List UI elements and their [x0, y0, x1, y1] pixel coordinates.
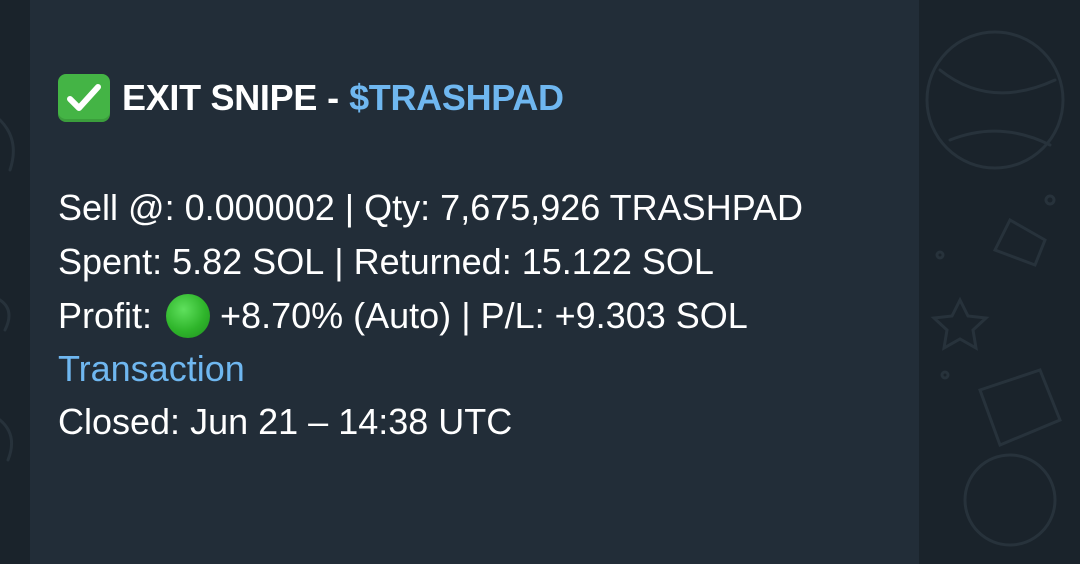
profit-value: +8.70% (Auto)	[220, 295, 452, 336]
sell-line: Sell @: 0.000002 | Qty: 7,675,926 TRASHP…	[58, 186, 803, 230]
transaction-link[interactable]: Transaction	[58, 347, 245, 391]
spent-label: Spent:	[58, 241, 163, 282]
check-mark-glyph	[67, 84, 101, 111]
message-title: EXIT SNIPE	[122, 77, 318, 118]
sell-value: 0.000002	[184, 187, 335, 228]
profit-label: Profit:	[58, 295, 153, 336]
check-mark-button-icon	[58, 74, 110, 122]
closed-value: Jun 21 – 14:38 UTC	[190, 401, 513, 442]
sell-separator: |	[344, 187, 355, 228]
message-title-row: EXIT SNIPE - $TRASHPAD	[58, 74, 564, 122]
sell-label: Sell @:	[58, 187, 175, 228]
returned-value: 15.122 SOL	[521, 241, 714, 282]
ticker-link[interactable]: $TRASHPAD	[349, 77, 564, 119]
closed-label: Closed:	[58, 401, 181, 442]
qty-label: Qty:	[364, 187, 431, 228]
spent-value: 5.82 SOL	[172, 241, 325, 282]
green-circle-icon	[162, 294, 214, 338]
title-separator: -	[327, 77, 340, 118]
transaction-line: Transaction	[58, 347, 245, 391]
pl-label: P/L:	[480, 295, 545, 336]
closed-line: Closed: Jun 21 – 14:38 UTC	[58, 400, 512, 444]
spent-separator: |	[334, 241, 344, 282]
qty-value: 7,675,926 TRASHPAD	[440, 187, 804, 228]
spent-line: Spent: 5.82 SOL | Returned: 15.122 SOL	[58, 240, 714, 284]
profit-separator: |	[461, 295, 471, 336]
returned-label: Returned:	[353, 241, 512, 282]
profit-line: Profit: +8.70% (Auto) | P/L: +9.303 SOL	[58, 294, 748, 338]
pl-value: +9.303 SOL	[554, 295, 748, 336]
